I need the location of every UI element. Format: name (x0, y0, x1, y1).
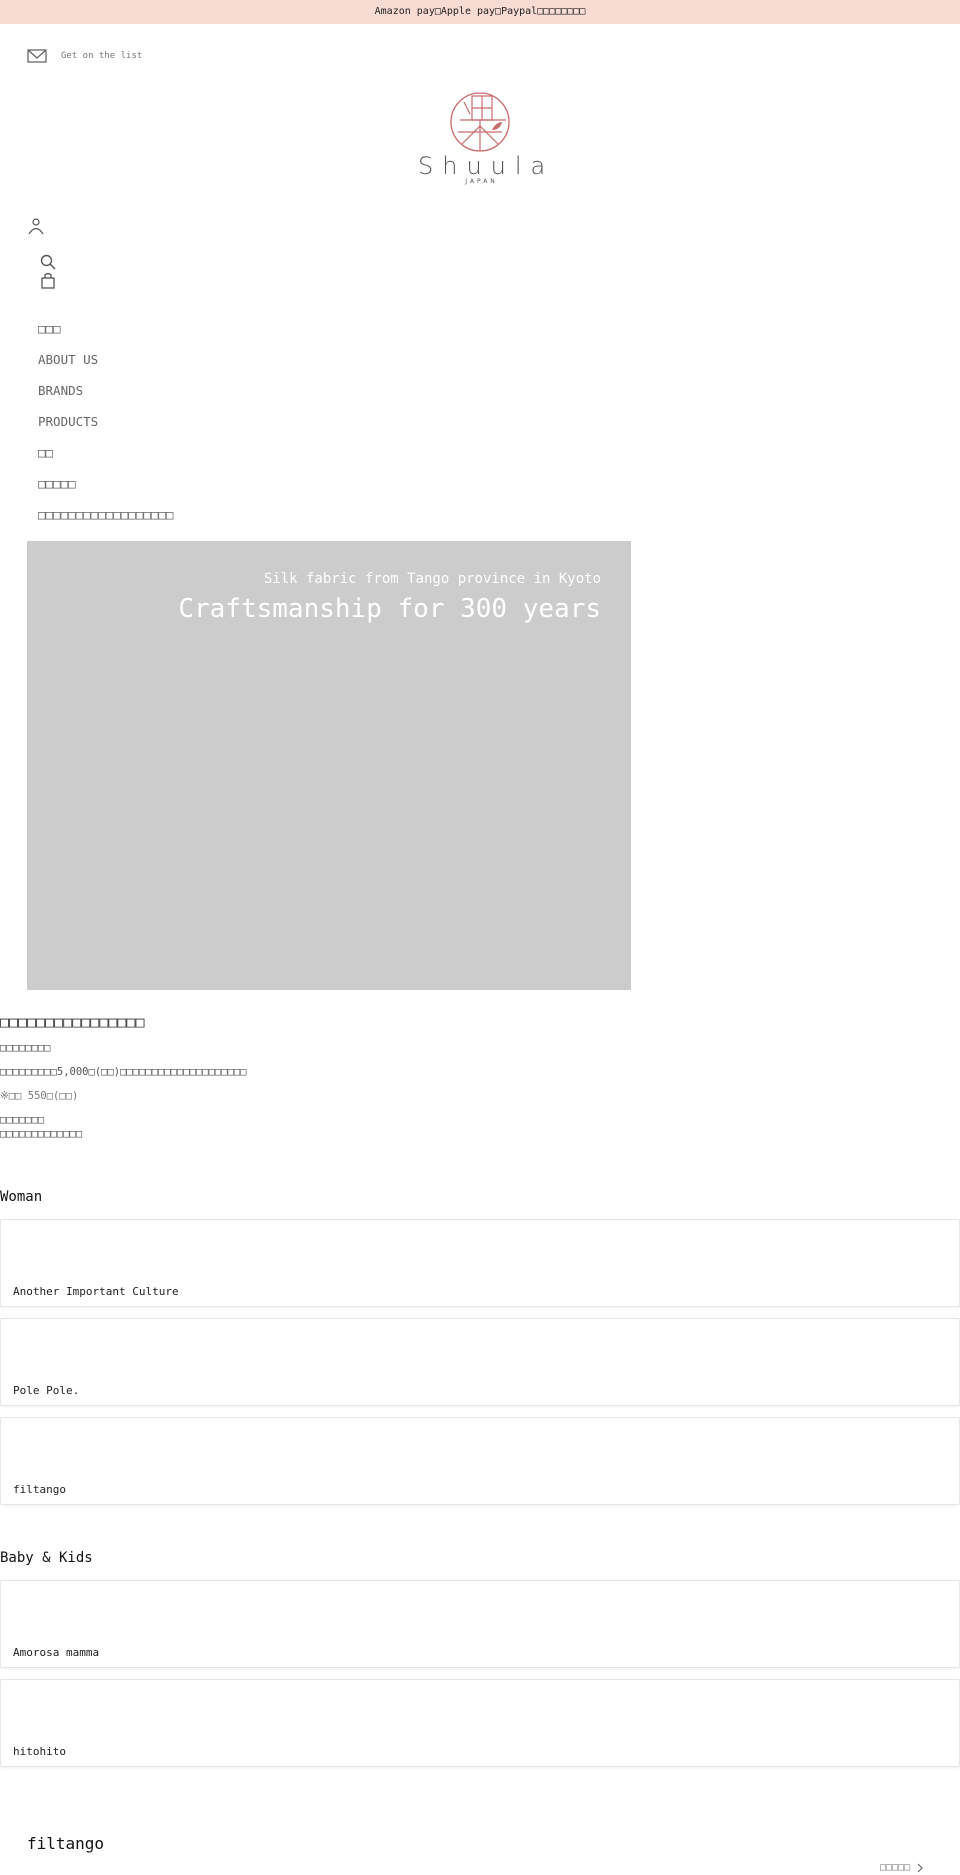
section-title-baby-kids: Baby & Kids (0, 1550, 93, 1566)
newsletter-label: Get on the list (61, 51, 143, 61)
notice-line-5: □□□□□□□□□□□□□ (0, 1128, 83, 1140)
notice-line-1: □□□□□□□□ (0, 1042, 51, 1054)
announcement-bar: Amazon pay□Apple pay□Paypal□□□□□□□□ (0, 0, 960, 24)
search-button[interactable] (40, 254, 56, 270)
brand-card[interactable]: hitohito (0, 1679, 960, 1767)
view-all-link[interactable]: □□□□□ (880, 1862, 924, 1873)
brand-card-label: hitohito (13, 1745, 66, 1758)
account-button[interactable] (28, 217, 44, 235)
nav-item-home[interactable]: □□□ (38, 318, 173, 349)
notice-line-2: □□□□□□□□□5,000□(□□)□□□□□□□□□□□□□□□□□□□□ (0, 1066, 247, 1078)
nav-item-about-us[interactable]: ABOUT US (38, 349, 173, 380)
bag-icon (41, 272, 55, 289)
notice-line-4: □□□□□□□ (0, 1114, 45, 1126)
chevron-right-icon (917, 1863, 923, 1872)
nav-item-products[interactable]: PRODUCTS (38, 411, 173, 442)
nav-item-brands[interactable]: BRANDS (38, 380, 173, 411)
brand-card-label: Amorosa mamma (13, 1646, 100, 1659)
notice-line-3: ※□□ 550□(□□) (0, 1090, 79, 1102)
nav-item-6[interactable]: □□□□□ (38, 473, 173, 504)
notice-heading: □□□□□□□□□□□□□□□□ (0, 1013, 145, 1031)
shipping-notice: □□□□□□□□□□□□□□□□ □□□□□□□□ □□□□□□□□□5,000… (0, 1013, 247, 1141)
brand-card-label: filtango (13, 1483, 66, 1496)
brand-card[interactable]: filtango (0, 1417, 960, 1505)
brand-card-label: Another Important Culture (13, 1285, 179, 1298)
announcement-text: Amazon pay□Apple pay□Paypal□□□□□□□□ (374, 6, 586, 17)
brand-card[interactable]: Amorosa mamma (0, 1580, 960, 1668)
newsletter-link[interactable]: Get on the list (27, 48, 142, 64)
hero-subtitle: Silk fabric from Tango province in Kyoto (263, 571, 601, 587)
brand-card[interactable]: Pole Pole. (0, 1318, 960, 1406)
section-title-woman: Woman (0, 1189, 43, 1205)
nav-item-5[interactable]: □□ (38, 442, 173, 473)
logo-emblem-icon (450, 92, 510, 152)
view-all-label: □□□□□ (880, 1862, 911, 1873)
logo-wordmark: Shuula (418, 152, 555, 180)
nav-item-7[interactable]: □□□□□□□□□□□□□□□□□□ (38, 504, 173, 535)
brand-card[interactable]: Another Important Culture (0, 1219, 960, 1307)
hero-banner[interactable]: Silk fabric from Tango province in Kyoto… (27, 541, 631, 990)
cart-button[interactable] (41, 272, 55, 289)
logo[interactable]: Shuula JAPAN (410, 90, 550, 195)
mail-icon (27, 49, 47, 63)
brand-card-label: Pole Pole. (13, 1384, 80, 1397)
search-icon (40, 254, 56, 270)
account-icon (28, 218, 44, 235)
hero-title: Craftsmanship for 300 years (178, 594, 601, 624)
main-nav: □□□ ABOUT US BRANDS PRODUCTS □□ □□□□□ □□… (38, 318, 173, 535)
featured-brand-title: filtango (27, 1834, 105, 1853)
